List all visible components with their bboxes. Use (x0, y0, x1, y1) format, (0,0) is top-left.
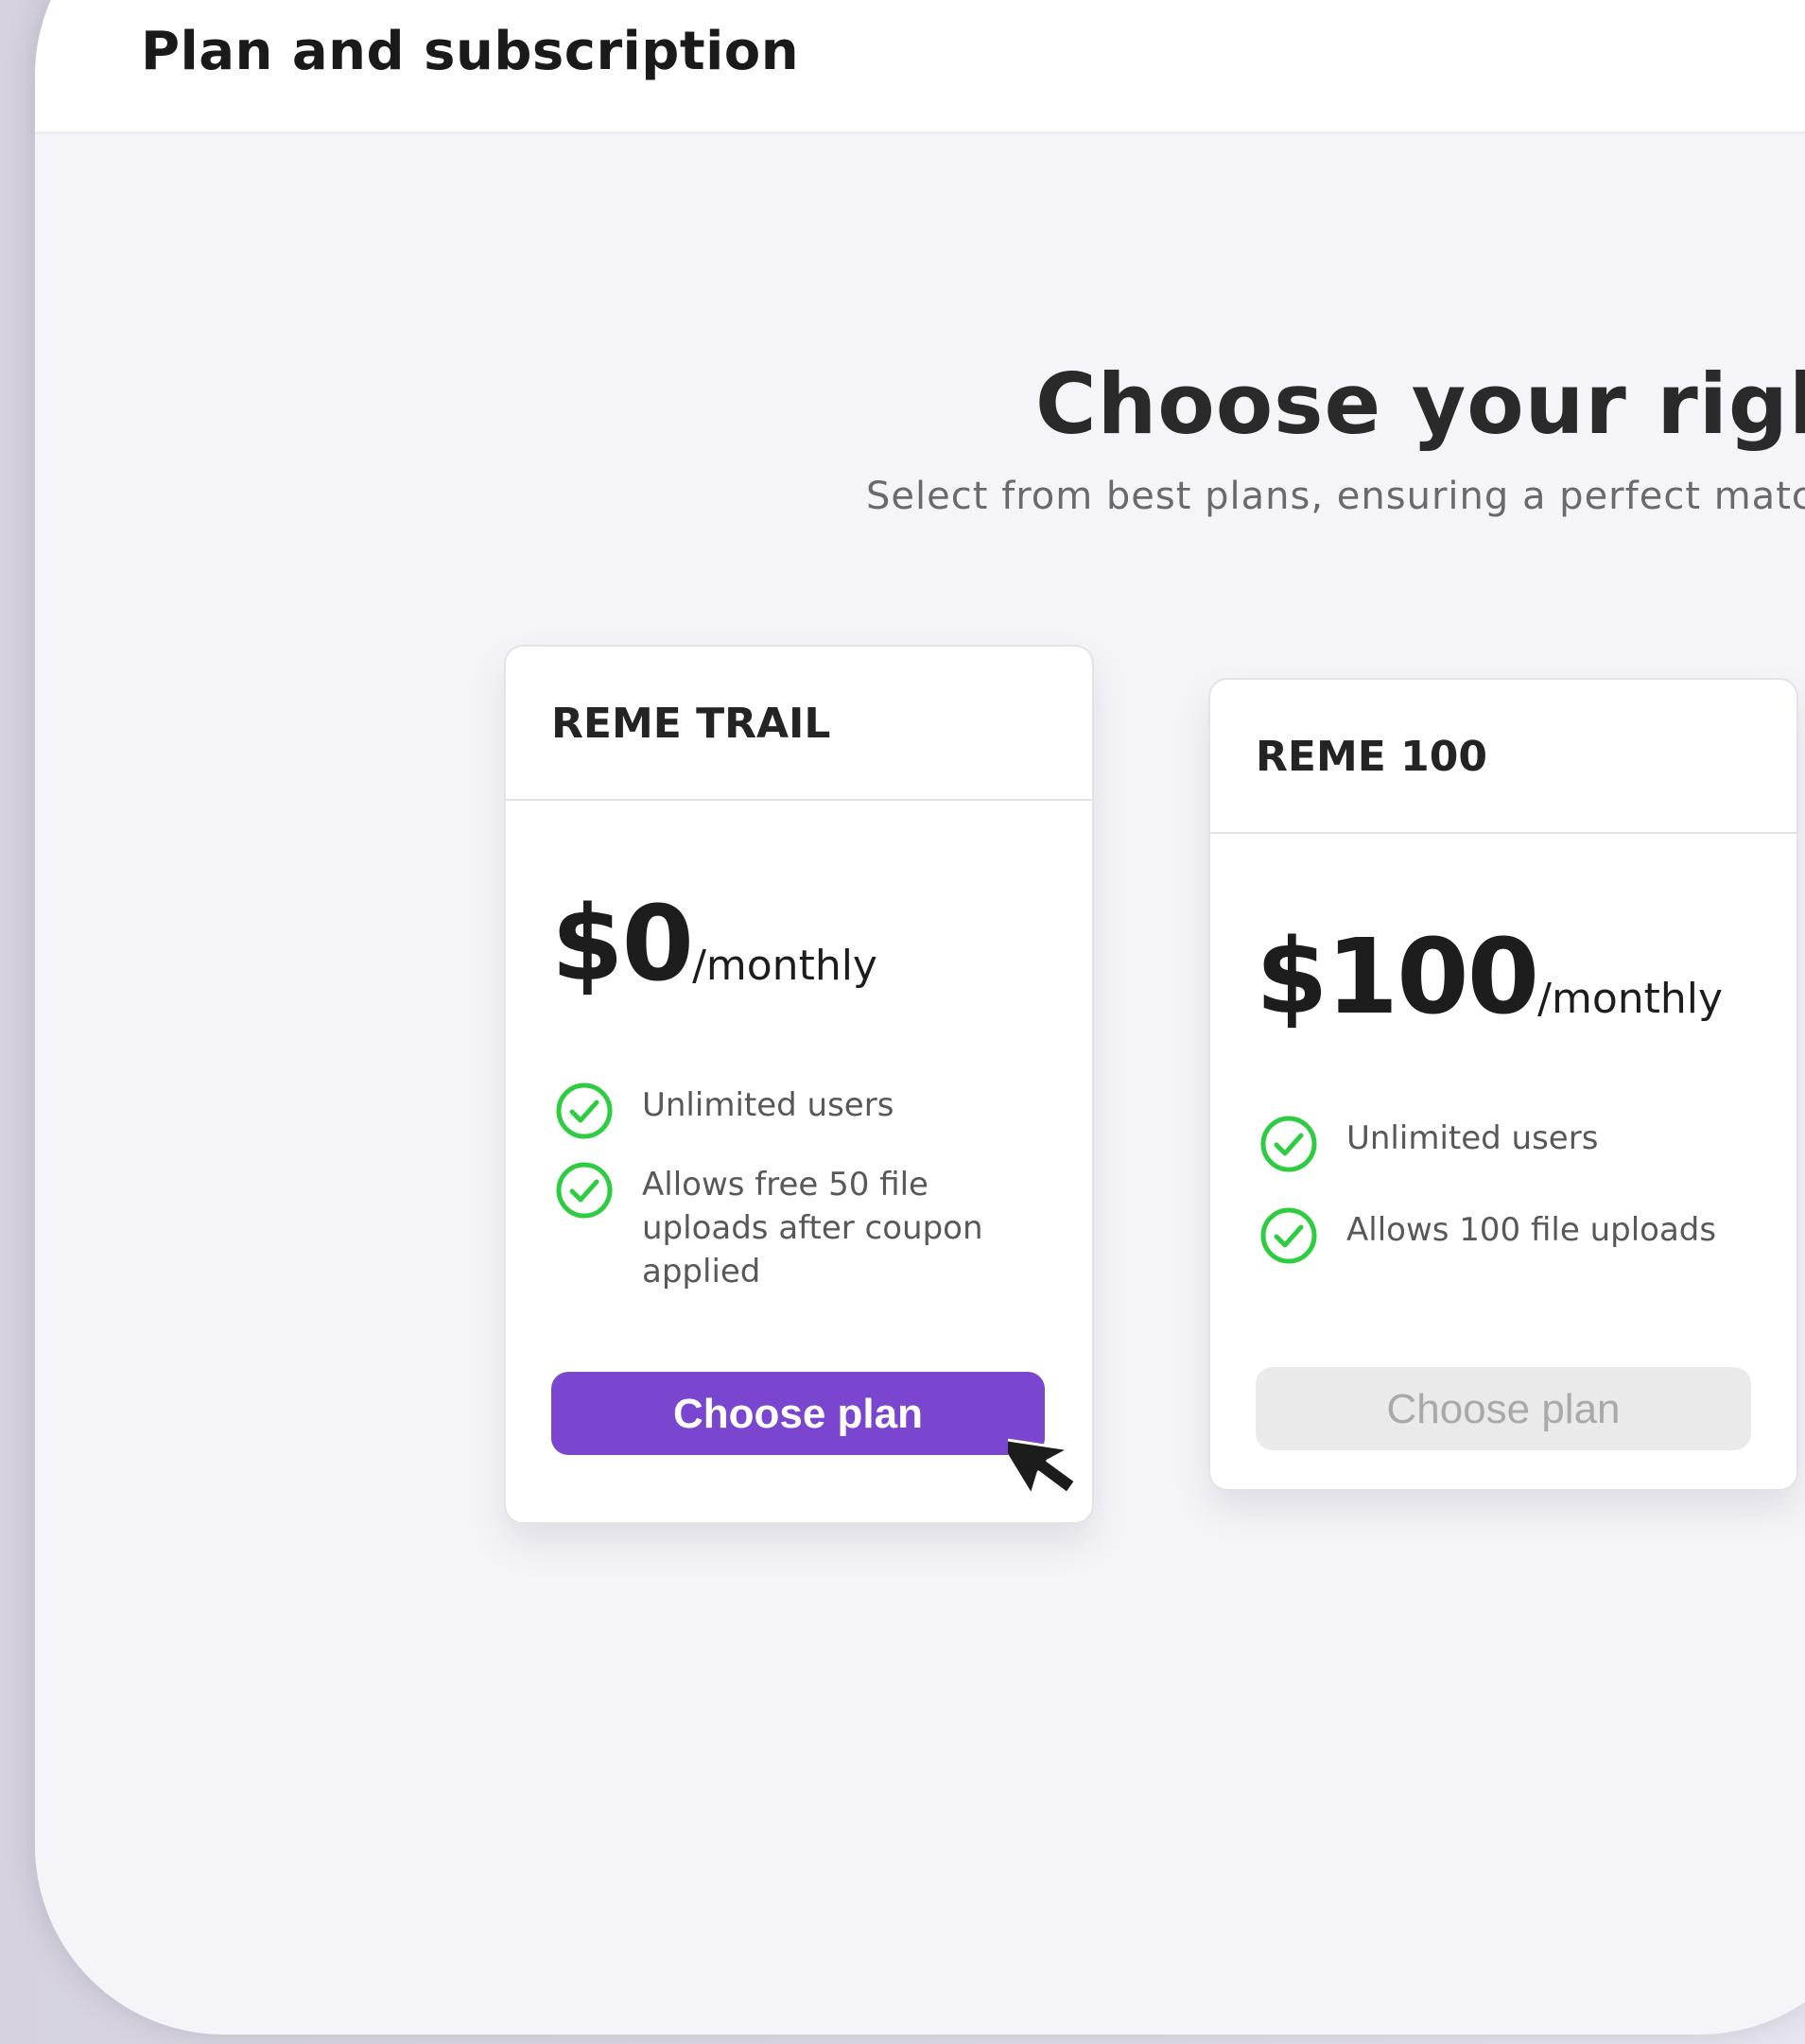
price-amount: $100 (1256, 916, 1539, 1037)
top-bar: Plan and subscription (35, 0, 1805, 134)
check-circle-icon (1260, 1207, 1317, 1264)
check-circle-icon (556, 1162, 613, 1219)
price-period: /monthly (1537, 975, 1724, 1023)
choose-plan-button-disabled[interactable]: Choose plan (1256, 1367, 1751, 1450)
feature-text: Unlimited users (1346, 1119, 1599, 1157)
feature-text: Unlimited users (642, 1086, 894, 1124)
page-title: Plan and subscription (141, 21, 800, 82)
mouse-pointer-icon (1008, 1436, 1077, 1497)
plan-card-header: REME 100 (1210, 680, 1796, 834)
plan-price: $100/monthly (1256, 916, 1723, 1037)
plan-card-reme-trail: REME TRAIL $0/monthly Unlimited users Al… (504, 645, 1094, 1524)
plan-card-reme-100: REME 100 $100/monthly Unlimited users Al… (1208, 678, 1798, 1491)
choose-plan-button[interactable]: Choose plan (551, 1372, 1045, 1455)
feature-text: Allows 100 file uploads (1346, 1211, 1717, 1249)
plan-name: REME 100 (1256, 733, 1487, 781)
plan-card-header: REME TRAIL (506, 647, 1092, 801)
hero-subtitle: Select from best plans, ensuring a perfe… (866, 475, 1805, 518)
price-amount: $0 (551, 883, 694, 1004)
feature-text: Allows free 50 file uploads after coupon… (642, 1166, 983, 1290)
plan-name: REME TRAIL (551, 700, 831, 748)
plan-price: $0/monthly (551, 883, 877, 1004)
check-circle-icon (1260, 1116, 1317, 1172)
check-circle-icon (556, 1083, 613, 1139)
app-window: Plan and subscription Choose your right … (35, 0, 1805, 2035)
hero-title: Choose your right p (1035, 355, 1805, 453)
price-period: /monthly (692, 942, 877, 990)
